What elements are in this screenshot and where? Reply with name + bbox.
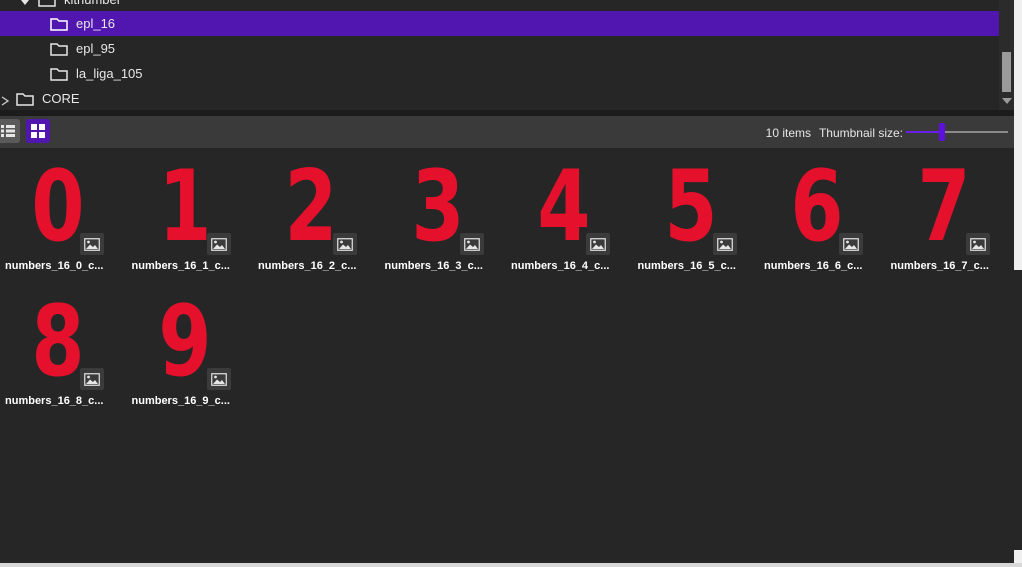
list-view-button[interactable] [0, 119, 20, 143]
thumbnail-item[interactable]: 4 numbers_16_4_c... [506, 152, 626, 280]
tree-item-epl-16[interactable]: epl_16 [0, 11, 999, 36]
thumbnail-glyph: 3 [411, 154, 464, 244]
thumbnail-label: numbers_16_1_c... [131, 260, 230, 272]
thumbnail-label: numbers_16_4_c... [511, 260, 610, 272]
scroll-down-arrow-icon[interactable] [1002, 98, 1012, 104]
thumbnail-glyph: 7 [917, 154, 970, 244]
thumbnail-item[interactable]: 5 numbers_16_5_c... [633, 152, 753, 280]
image-icon [586, 233, 610, 255]
thumbnail-preview: 2 [284, 154, 337, 244]
slider-fill [906, 131, 942, 133]
folder-icon [50, 67, 68, 81]
tree-scrollbar[interactable] [999, 0, 1014, 110]
thumbnail-glyph: 5 [664, 154, 717, 244]
thumbnail-glyph: 2 [284, 154, 337, 244]
browser-toolbar: 10 items Thumbnail size: [0, 116, 1014, 148]
folder-icon [38, 0, 56, 7]
slider-handle[interactable] [938, 123, 945, 141]
folder-icon [50, 17, 68, 31]
thumbnail-label: numbers_16_8_c... [5, 395, 104, 407]
grid-view-icon [31, 124, 45, 138]
tree-item-label: kitnumber [64, 0, 121, 7]
thumbnail-preview: 1 [158, 154, 211, 244]
folder-icon [16, 92, 34, 106]
thumbnail-preview: 7 [917, 154, 970, 244]
image-icon [80, 368, 104, 390]
window-edge [1014, 0, 1022, 567]
thumbnail-item[interactable]: 6 numbers_16_6_c... [759, 152, 879, 280]
thumbnail-item[interactable]: 3 numbers_16_3_c... [380, 152, 500, 280]
thumbnail-preview: 8 [31, 289, 84, 379]
scrollbar-thumb[interactable] [1002, 52, 1011, 92]
thumbnail-preview: 3 [411, 154, 464, 244]
caret-down-icon[interactable] [20, 0, 30, 5]
image-icon [712, 233, 737, 255]
grid-view-button[interactable] [26, 119, 50, 143]
tree-item-label: epl_16 [76, 16, 116, 31]
thumbnail-preview: 5 [664, 154, 717, 244]
thumbnail-glyph: 8 [31, 289, 84, 379]
window-bottom-edge [0, 563, 1022, 567]
thumbnail-preview: 9 [158, 289, 211, 379]
caret-right-icon[interactable] [0, 94, 10, 106]
tree-item-label: CORE [42, 91, 80, 106]
thumbnail-glyph: 6 [790, 154, 843, 244]
thumbnail-label: numbers_16_7_c... [890, 260, 989, 272]
thumbnail-size-slider[interactable] [906, 123, 1008, 141]
image-icon [965, 233, 990, 255]
thumbnail-label: numbers_16_0_c... [5, 260, 104, 272]
thumbnail-item[interactable]: 1 numbers_16_1_c... [127, 152, 247, 280]
thumbnail-item[interactable]: 8 numbers_16_8_c... [0, 287, 120, 415]
thumbnail-preview: 4 [537, 154, 590, 244]
thumbnail-label: numbers_16_6_c... [764, 260, 863, 272]
thumbnail-item[interactable]: 0 numbers_16_0_c... [0, 152, 120, 280]
thumbnail-glyph: 0 [31, 154, 84, 244]
thumbnail-glyph: 4 [537, 154, 590, 244]
list-view-icon [1, 125, 15, 137]
thumbnail-item[interactable]: 7 numbers_16_7_c... [886, 152, 1006, 280]
thumbnail-preview: 6 [790, 154, 843, 244]
tree-item-label: la_liga_105 [76, 66, 143, 81]
image-icon [839, 233, 863, 255]
image-icon [206, 233, 231, 255]
thumbnail-size-label: Thumbnail size: [818, 126, 903, 140]
thumbnail-item[interactable]: 2 numbers_16_2_c... [253, 152, 373, 280]
image-icon [333, 233, 357, 255]
thumbnail-label: numbers_16_5_c... [637, 260, 736, 272]
thumbnail-preview: 0 [31, 154, 84, 244]
tree-item-core[interactable]: CORE [0, 86, 999, 110]
tree-item-la-liga-105[interactable]: la_liga_105 [0, 61, 999, 86]
thumbnail-label: numbers_16_3_c... [384, 260, 483, 272]
thumbnail-glyph: 1 [158, 154, 211, 244]
folder-tree: kitnumber epl_16 epl_95 la_liga_105 CORE [0, 0, 1014, 110]
tree-item-epl-95[interactable]: epl_95 [0, 36, 999, 61]
image-icon [459, 233, 484, 255]
thumbnail-label: numbers_16_9_c... [131, 395, 230, 407]
thumbnail-grid: 0 numbers_16_0_c... 1 numbers_16_1_c... 2 num… [0, 148, 1014, 567]
thumbnail-label: numbers_16_2_c... [258, 260, 357, 272]
folder-icon [50, 42, 68, 56]
thumbnail-item[interactable]: 9 numbers_16_9_c... [127, 287, 247, 415]
thumbnail-glyph: 9 [158, 289, 211, 379]
image-icon [80, 233, 104, 255]
tree-item-label: epl_95 [76, 41, 116, 56]
image-icon [206, 368, 231, 390]
item-count: 10 items [765, 126, 811, 140]
